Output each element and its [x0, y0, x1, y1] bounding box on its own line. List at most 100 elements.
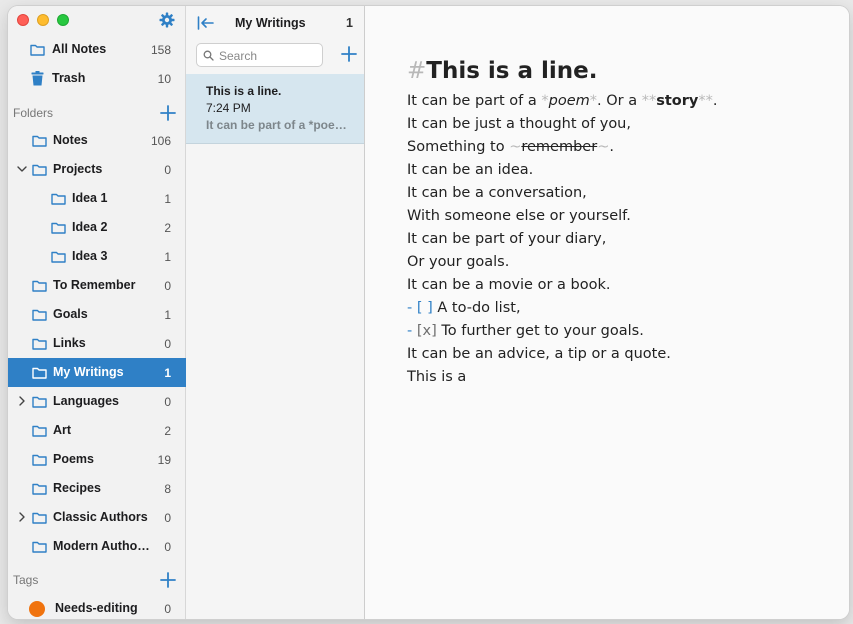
chevron-right-icon[interactable]	[17, 395, 27, 407]
note-heading: This is a line.	[426, 58, 598, 84]
sidebar-item-label: Modern Autho…	[53, 539, 150, 553]
add-tag-button[interactable]	[160, 572, 176, 588]
folder-icon	[32, 512, 47, 524]
note-list-item[interactable]: This is a line. 7:24 PM It can be part o…	[186, 74, 364, 144]
tag-item-needs-editing[interactable]: Needs-editing 0	[8, 594, 186, 619]
sidebar-item-count: 0	[164, 540, 171, 554]
sidebar-item-count: 8	[164, 482, 171, 496]
sidebar-item-all-notes[interactable]: All Notes 158	[8, 35, 186, 64]
sidebar-item-trash[interactable]: Trash 10	[8, 64, 186, 93]
folder-icon	[32, 425, 47, 437]
tag-item-count: 0	[164, 602, 171, 616]
sidebar-item-idea-1[interactable]: Idea 1 1	[8, 184, 186, 213]
sidebar-item-links[interactable]: Links 0	[8, 329, 186, 358]
note-list-count: 1	[346, 16, 353, 30]
search-icon	[203, 50, 214, 61]
sidebar-item-languages[interactable]: Languages 0	[8, 387, 186, 416]
folder-icon	[32, 309, 47, 321]
search-input[interactable]	[219, 47, 317, 64]
sidebar-item-classic-authors[interactable]: Classic Authors 0	[8, 503, 186, 532]
sidebar: All Notes 158 Trash 10 Folders Notes 106…	[8, 6, 186, 619]
text-run: .	[712, 93, 718, 109]
sidebar-item-label: Idea 1	[72, 191, 108, 205]
markdown-marker: **	[698, 93, 713, 109]
sidebar-item-count: 106	[150, 134, 171, 148]
gear-icon[interactable]	[159, 12, 175, 28]
todo-text: To further get to your goals.	[436, 323, 644, 339]
checkbox-checked[interactable]: [x]	[412, 323, 437, 339]
sidebar-item-count: 158	[150, 43, 171, 57]
sidebar-item-label: Idea 3	[72, 249, 108, 263]
zoom-window-button[interactable]	[57, 14, 69, 26]
sidebar-item-count: 0	[164, 337, 171, 351]
minimize-window-button[interactable]	[37, 14, 49, 26]
sidebar-item-count: 0	[164, 163, 171, 177]
search-box[interactable]	[196, 43, 323, 67]
sidebar-item-idea-2[interactable]: Idea 2 2	[8, 213, 186, 242]
sidebar-item-label: My Writings	[53, 365, 124, 379]
sidebar-item-count: 2	[164, 221, 171, 235]
note-preview: It can be part of a *poe…	[206, 118, 347, 132]
sidebar-item-idea-3[interactable]: Idea 3 1	[8, 242, 186, 271]
tag-color-dot	[29, 601, 45, 617]
sidebar-item-label: Notes	[53, 133, 88, 147]
sidebar-item-notes[interactable]: Notes 106	[8, 126, 186, 155]
markdown-marker: *	[541, 93, 549, 109]
folder-icon	[32, 483, 47, 495]
strikethrough-text: remember	[521, 139, 598, 155]
chevron-down-icon[interactable]	[17, 163, 27, 175]
sidebar-item-projects[interactable]: Projects 0	[8, 155, 186, 184]
todo-item-unchecked[interactable]: - [ ] A to-do list,	[407, 300, 521, 316]
sidebar-item-label: All Notes	[52, 42, 107, 56]
sidebar-item-recipes[interactable]: Recipes 8	[8, 474, 186, 503]
sidebar-item-count: 1	[164, 192, 171, 206]
markdown-marker: *	[589, 93, 598, 109]
markdown-marker: ~	[597, 139, 610, 155]
folder-icon	[32, 367, 47, 379]
heading-marker: #	[407, 58, 427, 84]
tag-item-label: Needs-editing	[55, 601, 138, 615]
bold-text: story	[656, 93, 699, 109]
editor-line[interactable]: With someone else or yourself.	[407, 208, 631, 224]
close-window-button[interactable]	[17, 14, 29, 26]
add-folder-button[interactable]	[160, 105, 176, 121]
editor-line[interactable]: Something to ~remember~.	[407, 139, 614, 155]
sidebar-item-label: Projects	[53, 162, 103, 176]
sidebar-item-goals[interactable]: Goals 1	[8, 300, 186, 329]
editor-line[interactable]: It can be part of your diary,	[407, 231, 606, 247]
sidebar-item-count: 0	[164, 511, 171, 525]
checkbox-unchecked[interactable]: - [ ]	[407, 300, 433, 316]
folder-icon	[32, 135, 47, 147]
collapse-sidebar-icon[interactable]	[197, 16, 215, 30]
folder-icon	[51, 222, 66, 234]
editor-line[interactable]: It can be part of a *poem*. Or a **story…	[407, 93, 717, 109]
editor-line[interactable]: It can be an idea.	[407, 162, 533, 178]
new-note-button[interactable]	[341, 46, 357, 62]
editor-line[interactable]: Or your goals.	[407, 254, 509, 270]
sidebar-item-count: 0	[164, 395, 171, 409]
sidebar-item-poems[interactable]: Poems 19	[8, 445, 186, 474]
text-run: It can be part of a	[407, 93, 542, 109]
sidebar-item-label: To Remember	[53, 278, 136, 292]
app-window: All Notes 158 Trash 10 Folders Notes 106…	[8, 6, 849, 619]
editor-line[interactable]: This is a	[407, 369, 466, 385]
editor-line[interactable]: It can be just a thought of you,	[407, 116, 631, 132]
sidebar-item-modern-authors[interactable]: Modern Autho… 0	[8, 532, 186, 561]
folder-icon	[32, 338, 47, 350]
editor-line[interactable]: It can be a conversation,	[407, 185, 587, 201]
sidebar-item-art[interactable]: Art 2	[8, 416, 186, 445]
folder-icon	[32, 396, 47, 408]
sidebar-item-my-writings[interactable]: My Writings 1	[8, 358, 186, 387]
todo-item-checked[interactable]: - [x] To further get to your goals.	[407, 323, 644, 339]
folder-icon	[30, 44, 45, 56]
sidebar-item-count: 1	[164, 308, 171, 322]
sidebar-item-label: Goals	[53, 307, 88, 321]
note-heading-line[interactable]: #This is a line.	[407, 58, 598, 84]
sidebar-item-to-remember[interactable]: To Remember 0	[8, 271, 186, 300]
folder-icon	[32, 164, 47, 176]
chevron-right-icon[interactable]	[17, 511, 27, 523]
sidebar-item-count: 0	[164, 279, 171, 293]
note-editor[interactable]: #This is a line. It can be part of a *po…	[365, 6, 849, 619]
editor-line[interactable]: It can be a movie or a book.	[407, 277, 610, 293]
editor-line[interactable]: It can be an advice, a tip or a quote.	[407, 346, 671, 362]
